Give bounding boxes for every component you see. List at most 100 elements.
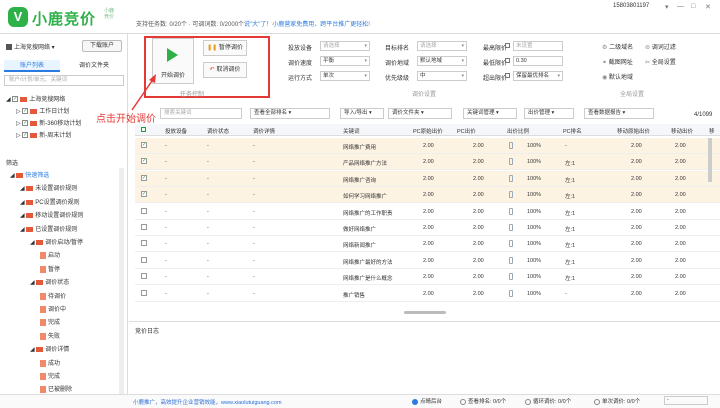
sidebar-search-input[interactable]: 账户/计划/单元、关键词 xyxy=(4,75,124,86)
filter-tree-item[interactable]: ◢ 未设置调价规则 xyxy=(20,183,77,192)
cell-device: - xyxy=(165,257,167,264)
speed-select[interactable]: 平衡 ▾ xyxy=(320,56,370,66)
filter-tree-item[interactable]: 启动 xyxy=(40,250,60,259)
keyword-search-input[interactable]: 搜索关键词 xyxy=(160,108,242,119)
sidebar-scrollbar[interactable] xyxy=(119,168,124,398)
table-row[interactable]: - - - 推广销售 2.00 2.00 100% - 2.00 2.00 xyxy=(135,286,720,302)
dianjing-backend-link[interactable]: 点睛后台 xyxy=(412,397,442,405)
filter-tree-item[interactable]: 待调价 xyxy=(40,291,66,300)
tab-account-list[interactable]: 账户列表 xyxy=(4,60,60,72)
filter-tree-item[interactable]: 已被删除 xyxy=(40,384,72,393)
table-row[interactable]: ✓ - - - 网络推广费用 2.00 2.00 100% - 2.00 2.00 xyxy=(135,138,720,154)
subdomain-option[interactable]: ⚙ 二级域名 xyxy=(602,42,633,51)
select-all-checkbox[interactable] xyxy=(141,127,146,133)
table-row[interactable]: - - - 网络推广的工作职责 2.00 2.00 100% 左:1 2.00 2.00 xyxy=(135,204,720,220)
default-region-option[interactable]: ◉ 默认地域 xyxy=(602,72,633,81)
filter-tree-item[interactable]: 完成 xyxy=(40,317,60,326)
table-row[interactable]: - - - 网络推广是什么概念 2.00 2.00 100% 左:1 2.00 2.00 xyxy=(135,269,720,286)
col-pc-orig[interactable]: PC原始出价 xyxy=(413,127,443,135)
pause-bidding-button[interactable]: ❚❚ 暂停调价 xyxy=(203,40,247,56)
row-checkbox[interactable] xyxy=(141,207,147,214)
col-pc-rank[interactable]: PC排名 xyxy=(563,127,582,135)
row-checkbox[interactable] xyxy=(141,240,147,247)
filter-tree-item[interactable]: ◢ 调价详情 xyxy=(30,344,69,353)
device-select[interactable]: 请选择 ▾ xyxy=(320,41,370,51)
footer-link[interactable]: 小鹿推广，高效提升企业营销效能，www.xiaolutuiguang.com xyxy=(133,398,282,406)
row-checkbox[interactable]: ✓ xyxy=(141,158,147,165)
col-ratio[interactable]: 出价比例 xyxy=(507,127,529,135)
col-keyword[interactable]: 关键词 xyxy=(343,127,360,135)
table-row[interactable]: ✓ - - - 网络推广咨询 2.00 2.00 100% 左:1 2.00 2.00 xyxy=(135,170,720,187)
row-checkbox[interactable] xyxy=(141,289,147,296)
data-report-button[interactable]: 查看数据报告 ▾ xyxy=(584,108,654,119)
bid-management-button[interactable]: 出价管理 ▾ xyxy=(524,108,574,119)
tree-item-plan[interactable]: ▷ ✓ 工作日计划 xyxy=(16,106,69,115)
dropdown-icon[interactable]: ▾ xyxy=(665,3,669,11)
promo-link[interactable]: 说"大"了！小鹿营家免费用，跨平台推广更轻松! xyxy=(244,22,370,28)
max-price-checkbox[interactable] xyxy=(505,43,510,49)
global-settings-option[interactable]: ✂ 全局设置 xyxy=(645,57,676,66)
filter-tree-item[interactable]: ◢ 已设置调价规则 xyxy=(20,224,77,233)
col-mobile-bid[interactable]: 移动出价 xyxy=(671,127,693,135)
account-number[interactable]: 15803801197 xyxy=(613,3,649,9)
region-select[interactable]: 默认地域 ▾ xyxy=(417,56,467,66)
filter-tree-item[interactable]: ◢ 移动设置调价规则 xyxy=(20,210,83,219)
row-checkbox[interactable] xyxy=(141,224,147,230)
close-icon[interactable]: ✕ xyxy=(705,3,711,11)
mode-select[interactable]: 单次 ▾ xyxy=(320,71,370,81)
row-checkbox[interactable] xyxy=(141,273,147,280)
table-row[interactable]: - - - 做好网络推广 2.00 2.00 100% 左:1 2.00 2.00 xyxy=(135,220,720,236)
over-limit-select[interactable]: 保留最优排名 ▾ xyxy=(513,71,563,81)
filter-tree-item[interactable]: 失败 xyxy=(40,331,60,340)
row-checkbox[interactable]: ✓ xyxy=(141,142,147,148)
max-price-input[interactable]: 未设置 xyxy=(513,41,563,51)
filter-tree-item[interactable]: 暂停 xyxy=(40,264,60,273)
filter-tree-item[interactable]: 完成 xyxy=(40,371,60,380)
priority-select[interactable]: 中 ▾ xyxy=(417,71,467,81)
col-detail[interactable]: 调价详情 xyxy=(253,127,275,135)
vertical-scrollbar[interactable] xyxy=(708,138,712,182)
min-price-checkbox[interactable] xyxy=(505,58,510,64)
row-checkbox[interactable]: ✓ xyxy=(141,174,147,181)
table-row[interactable]: ✓ - - - 产品网络推广方法 2.00 2.00 100% 左:1 2.00 2.00 xyxy=(135,154,720,171)
filter-tree-item[interactable]: ◢ 调价状态 xyxy=(30,277,69,286)
filter-tree-item[interactable]: ◢ 调价启动/暂停 xyxy=(30,237,83,246)
tree-item-account[interactable]: ◢ ✓ 上海竞搜网络 xyxy=(6,94,65,103)
bid-folder-button[interactable]: 调价文件夹 ▾ xyxy=(388,108,452,119)
row-checkbox[interactable] xyxy=(141,256,147,263)
screenshot-url-option[interactable]: ⚭ 截图网址 xyxy=(602,57,633,66)
row-checkbox[interactable]: ✓ xyxy=(141,191,147,198)
tree-item-plan[interactable]: ▷ ✓ 新-周末计划 xyxy=(16,130,71,139)
keyword-management-button[interactable]: 关键词管理 ▾ xyxy=(463,108,517,119)
over-limit-checkbox[interactable] xyxy=(505,73,510,79)
filter-tree-item[interactable]: ◢ 快速筛选 xyxy=(10,170,49,179)
filter-tree-item[interactable]: ◢ PC设置调价规则 xyxy=(20,197,80,206)
col-pc-bid[interactable]: PC出价 xyxy=(457,127,476,135)
maximize-icon[interactable]: □ xyxy=(691,3,695,10)
col-mobile-orig[interactable]: 移动原始出价 xyxy=(617,127,650,135)
table-row[interactable]: ✓ - - - 如何学习网络推广 2.00 2.00 100% 左:1 2.00 2.00 xyxy=(135,187,720,204)
tab-bid-folder[interactable]: 调价文件夹 xyxy=(64,60,124,72)
col-device[interactable]: 投放设备 xyxy=(165,127,187,135)
table-row[interactable]: - - - 网络推广最好的方法 2.00 2.00 100% 左:1 2.00 2.00 xyxy=(135,253,720,269)
count-input[interactable]: - xyxy=(664,396,708,405)
min-price-input[interactable]: 0.30 xyxy=(513,56,563,66)
folder-icon xyxy=(26,199,34,205)
filter-tree-item[interactable]: 调价中 xyxy=(40,304,66,313)
download-account-button[interactable]: 下载账户 xyxy=(82,40,122,52)
import-export-button[interactable]: 导入/导出 ▾ xyxy=(340,108,384,119)
view-all-ranks-button[interactable]: 查看全部排名 ▾ xyxy=(250,108,330,119)
gear-icon: ⚙ xyxy=(602,45,608,51)
col-status[interactable]: 调价状态 xyxy=(207,127,229,135)
minimize-icon[interactable]: — xyxy=(677,3,684,10)
filter-tree-item[interactable]: 成功 xyxy=(40,358,60,367)
keyword-filter-option[interactable]: ⊜ 调词过滤 xyxy=(645,42,676,51)
location-icon: ◉ xyxy=(602,75,608,81)
tree-item-plan[interactable]: ▷ ✓ 新-360移动计划 xyxy=(16,118,81,127)
col-more[interactable]: 移 xyxy=(709,127,715,135)
cancel-bidding-button[interactable]: ↶ 取消调价 xyxy=(203,62,247,78)
horizontal-scrollbar[interactable] xyxy=(404,311,446,314)
user-selector[interactable]: 上海竞搜网络 ▾ xyxy=(6,42,55,51)
table-row[interactable]: - - - 网络新闻推广 2.00 2.00 100% 左:1 2.00 2.00 xyxy=(135,236,720,253)
target-rank-select[interactable]: 请选择 ▾ xyxy=(417,41,467,51)
